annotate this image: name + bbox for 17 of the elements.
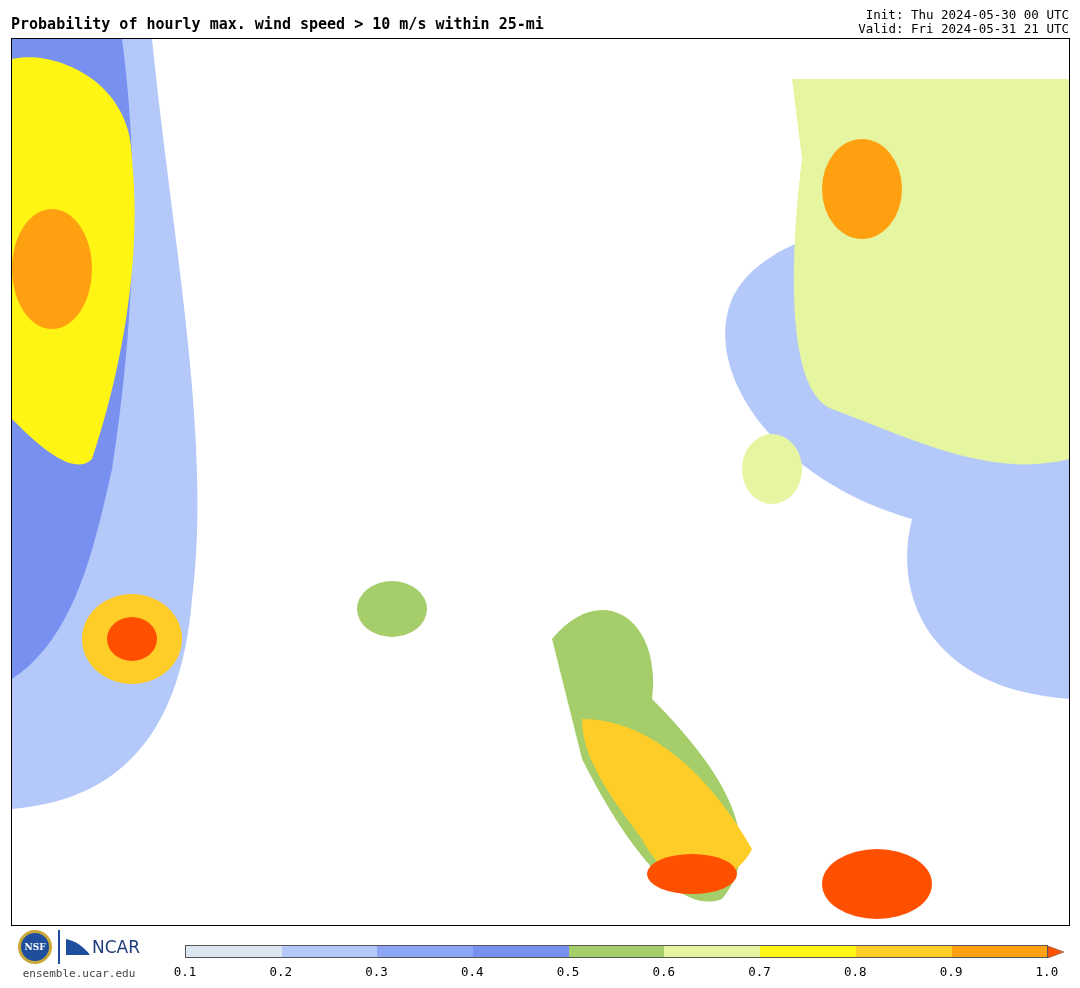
valid-time: Valid: Fri 2024-05-31 21 UTC bbox=[858, 22, 1069, 36]
init-time: Init: Thu 2024-05-30 00 UTC bbox=[865, 8, 1069, 22]
tick-label: 0.3 bbox=[364, 964, 389, 979]
tick-label: 0.8 bbox=[843, 964, 868, 979]
tick-label: 0.1 bbox=[172, 964, 198, 979]
tick-label: 0.5 bbox=[555, 964, 581, 979]
tick-label: 1.0 bbox=[1034, 964, 1060, 979]
tick-label: 0.6 bbox=[651, 964, 677, 979]
chart-title: Probability of hourly max. wind speed > 10 m/s within 25-mi bbox=[11, 15, 544, 35]
tick-label: 0.2 bbox=[268, 964, 294, 979]
tick-label: 0.7 bbox=[747, 964, 772, 979]
colorbar-arrow-icon bbox=[1048, 945, 1065, 958]
tick-label: 0.4 bbox=[460, 964, 485, 979]
ncar-logo: NCAR bbox=[66, 937, 140, 957]
tick-label: 0.9 bbox=[938, 964, 964, 979]
website-url: ensemble.ucar.edu bbox=[22, 967, 136, 980]
nsf-logo: NSF bbox=[18, 930, 52, 964]
